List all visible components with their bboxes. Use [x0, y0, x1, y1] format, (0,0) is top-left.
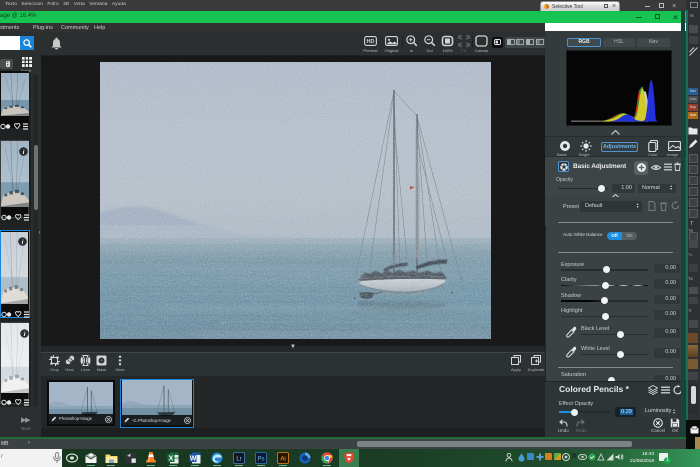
svg-text:i: i	[23, 149, 25, 156]
svg-text:Ps: Ps	[257, 456, 264, 462]
svg-text:HD: HD	[367, 39, 375, 45]
svg-text:Ai: Ai	[280, 456, 285, 462]
svg-text:W: W	[190, 455, 197, 462]
svg-text:i: i	[22, 239, 24, 246]
svg-text:X: X	[169, 455, 174, 462]
svg-text:Lr: Lr	[236, 456, 241, 462]
svg-text:i: i	[24, 331, 26, 338]
